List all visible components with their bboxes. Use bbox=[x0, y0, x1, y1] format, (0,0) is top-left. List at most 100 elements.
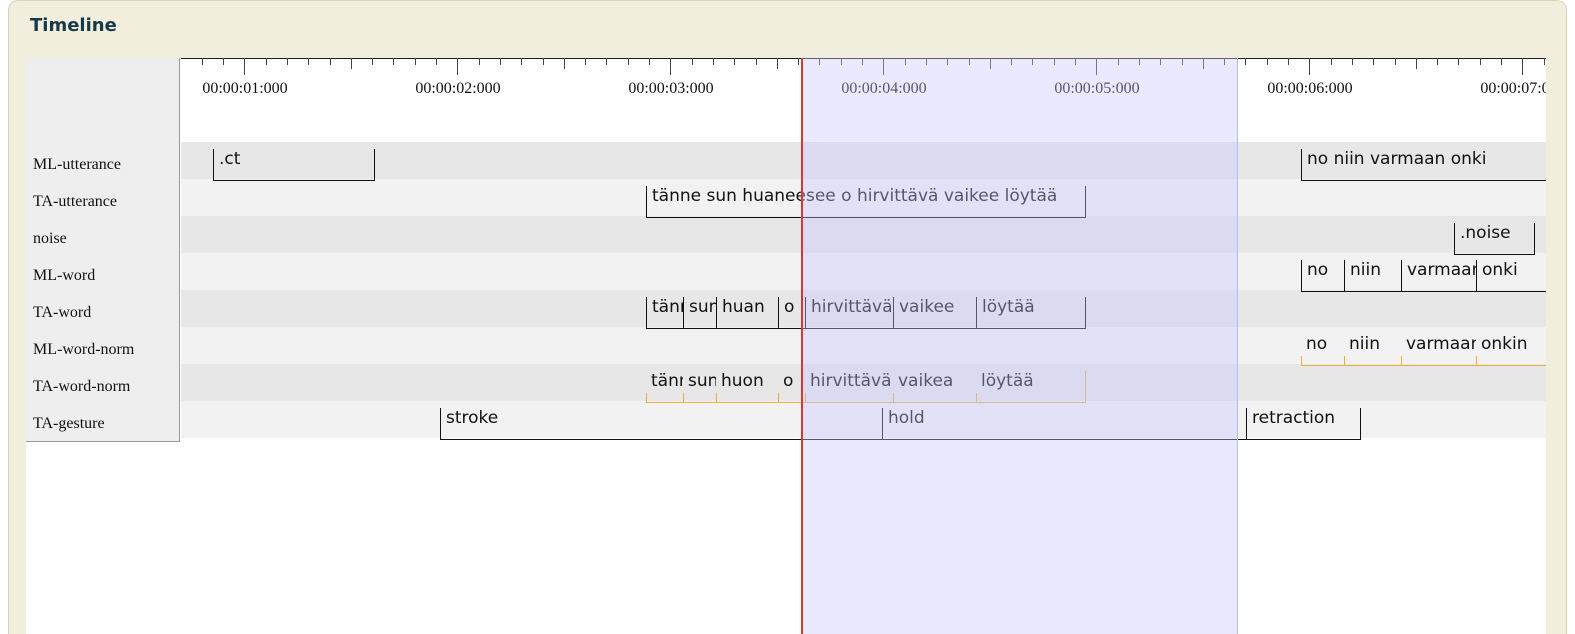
annotation-ml-word-norm[interactable]: varmaan bbox=[1401, 334, 1476, 366]
ruler-minor-tick bbox=[1416, 58, 1417, 69]
annotation-ta-word-norm[interactable]: löytää bbox=[976, 371, 1086, 403]
ruler-major-tick bbox=[457, 58, 458, 75]
timeline-viewer[interactable]: ML-utterance TA-utterance noise ML-word … bbox=[26, 58, 1546, 634]
tier-tracks[interactable]: 00:00:01:000 00:00:02:000 00:00:03:000 0… bbox=[181, 58, 1546, 634]
tier-band-noise[interactable] bbox=[181, 216, 1546, 253]
ruler-minor-tick bbox=[969, 58, 970, 65]
annotation-ml-word-norm[interactable]: no bbox=[1301, 334, 1344, 366]
ruler-minor-tick bbox=[798, 58, 799, 65]
annotation-ml-utterance[interactable]: .ct bbox=[213, 149, 375, 181]
tier-label[interactable]: TA-gesture bbox=[33, 414, 105, 434]
annotation-ta-word[interactable]: tänne bbox=[646, 297, 683, 329]
tier-label[interactable]: TA-utterance bbox=[33, 192, 117, 212]
ruler-major-tick bbox=[1309, 58, 1310, 75]
annotation-ta-word[interactable]: hirvittävä bbox=[805, 297, 893, 329]
annotation-ta-word[interactable]: sun bbox=[683, 297, 716, 329]
ruler-baseline bbox=[181, 58, 1546, 59]
annotation-ml-word[interactable]: niin bbox=[1344, 260, 1401, 292]
ruler-minor-tick bbox=[819, 58, 820, 65]
ruler-minor-tick bbox=[606, 58, 607, 65]
ruler-time-label: 00:00:02:000 bbox=[415, 80, 501, 97]
ruler-minor-tick bbox=[436, 58, 437, 65]
tier-label[interactable]: TA-word-norm bbox=[33, 377, 130, 397]
annotation-ta-gesture[interactable]: retraction bbox=[1246, 408, 1361, 440]
playhead-cursor[interactable] bbox=[801, 58, 803, 634]
ruler-minor-tick bbox=[1458, 58, 1459, 65]
tier-label-column: ML-utterance TA-utterance noise ML-word … bbox=[26, 58, 180, 442]
ruler-time-label: 00:00:03:000 bbox=[628, 80, 714, 97]
ruler-major-tick bbox=[1096, 58, 1097, 75]
ruler-minor-tick bbox=[649, 58, 650, 65]
ruler-minor-tick bbox=[734, 58, 735, 65]
ruler-minor-tick bbox=[1267, 58, 1268, 65]
ruler-minor-tick bbox=[308, 58, 309, 65]
ruler-minor-tick bbox=[1480, 58, 1481, 65]
ruler-minor-tick bbox=[756, 58, 757, 65]
ruler-minor-tick bbox=[479, 58, 480, 65]
ruler-minor-tick bbox=[1118, 58, 1119, 65]
annotation-ta-word-norm[interactable]: sun bbox=[683, 371, 716, 403]
ruler-minor-tick bbox=[1032, 58, 1033, 65]
ruler-minor-tick bbox=[372, 58, 373, 65]
ruler-minor-tick bbox=[1203, 58, 1204, 69]
ruler-minor-tick bbox=[287, 58, 288, 65]
annotation-ta-word[interactable]: löytää bbox=[976, 297, 1086, 329]
annotation-ml-word-norm[interactable]: onkin bbox=[1476, 334, 1546, 366]
ruler-minor-tick bbox=[202, 58, 203, 65]
annotation-ml-utterance[interactable]: no niin varmaan onki bbox=[1301, 149, 1546, 181]
ruler-minor-tick bbox=[926, 58, 927, 65]
annotation-ml-word[interactable]: no bbox=[1301, 260, 1344, 292]
ruler-minor-tick bbox=[223, 58, 224, 65]
annotation-ta-word-norm[interactable]: hirvittävä bbox=[805, 371, 893, 403]
ruler-minor-tick bbox=[841, 58, 842, 65]
ruler-minor-tick bbox=[862, 58, 863, 65]
ruler-minor-tick bbox=[543, 58, 544, 65]
ruler-minor-tick bbox=[905, 58, 906, 65]
panel-title: Timeline bbox=[30, 15, 117, 36]
ruler-minor-tick bbox=[692, 58, 693, 65]
annotation-ta-gesture[interactable]: stroke bbox=[440, 408, 882, 440]
ruler-minor-tick bbox=[1395, 58, 1396, 65]
annotation-ta-gesture[interactable]: hold bbox=[882, 408, 1246, 440]
annotation-ml-word[interactable]: varmaan bbox=[1401, 260, 1476, 292]
annotation-ta-word-norm[interactable]: huon bbox=[716, 371, 778, 403]
ruler-minor-tick bbox=[266, 58, 267, 65]
ruler-minor-tick bbox=[1501, 58, 1502, 65]
annotation-ta-word[interactable]: vaikee bbox=[893, 297, 976, 329]
ruler-minor-tick bbox=[500, 58, 501, 65]
annotation-ta-word[interactable]: huan bbox=[716, 297, 778, 329]
ruler-time-label: 00:00:04:000 bbox=[841, 80, 927, 97]
ruler-minor-tick bbox=[1437, 58, 1438, 65]
annotation-ta-word-norm[interactable]: vaikea bbox=[893, 371, 976, 403]
annotation-ml-word-norm[interactable]: niin bbox=[1344, 334, 1401, 366]
tier-label[interactable]: TA-word bbox=[33, 303, 91, 323]
ruler-time-label: 00:00:01:000 bbox=[202, 80, 288, 97]
ruler-minor-tick bbox=[1054, 58, 1055, 65]
ruler-minor-tick bbox=[1011, 58, 1012, 65]
ruler-minor-tick bbox=[415, 58, 416, 65]
tier-label[interactable]: ML-word bbox=[33, 266, 95, 286]
annotation-noise[interactable]: .noise bbox=[1454, 223, 1535, 255]
ruler-minor-tick bbox=[1139, 58, 1140, 65]
ruler-minor-tick bbox=[1075, 58, 1076, 65]
ruler-minor-tick bbox=[1160, 58, 1161, 65]
annotation-ml-word[interactable]: onki bbox=[1476, 260, 1546, 292]
annotation-ta-utterance[interactable]: tänne sun huaneesee o hirvittävä vaikee … bbox=[646, 186, 1086, 218]
ruler-minor-tick bbox=[1352, 58, 1353, 65]
tier-label[interactable]: ML-word-norm bbox=[33, 340, 134, 360]
ruler-minor-tick bbox=[393, 58, 394, 65]
ruler-time-label: 00:00:05:000 bbox=[1054, 80, 1140, 97]
ruler-time-label: 00:00:07:000 bbox=[1480, 80, 1546, 97]
ruler-minor-tick bbox=[521, 58, 522, 65]
ruler-minor-tick bbox=[585, 58, 586, 65]
ruler-minor-tick bbox=[1373, 58, 1374, 65]
tier-label[interactable]: noise bbox=[33, 229, 67, 249]
ruler-minor-tick bbox=[1224, 58, 1225, 65]
ruler-major-tick bbox=[244, 58, 245, 75]
tier-label[interactable]: ML-utterance bbox=[33, 155, 121, 175]
ruler-minor-tick bbox=[990, 58, 991, 69]
ruler-major-tick bbox=[883, 58, 884, 75]
ruler-minor-tick bbox=[564, 58, 565, 69]
ruler-minor-tick bbox=[330, 58, 331, 65]
annotation-ta-word-norm[interactable]: tänne bbox=[646, 371, 683, 403]
